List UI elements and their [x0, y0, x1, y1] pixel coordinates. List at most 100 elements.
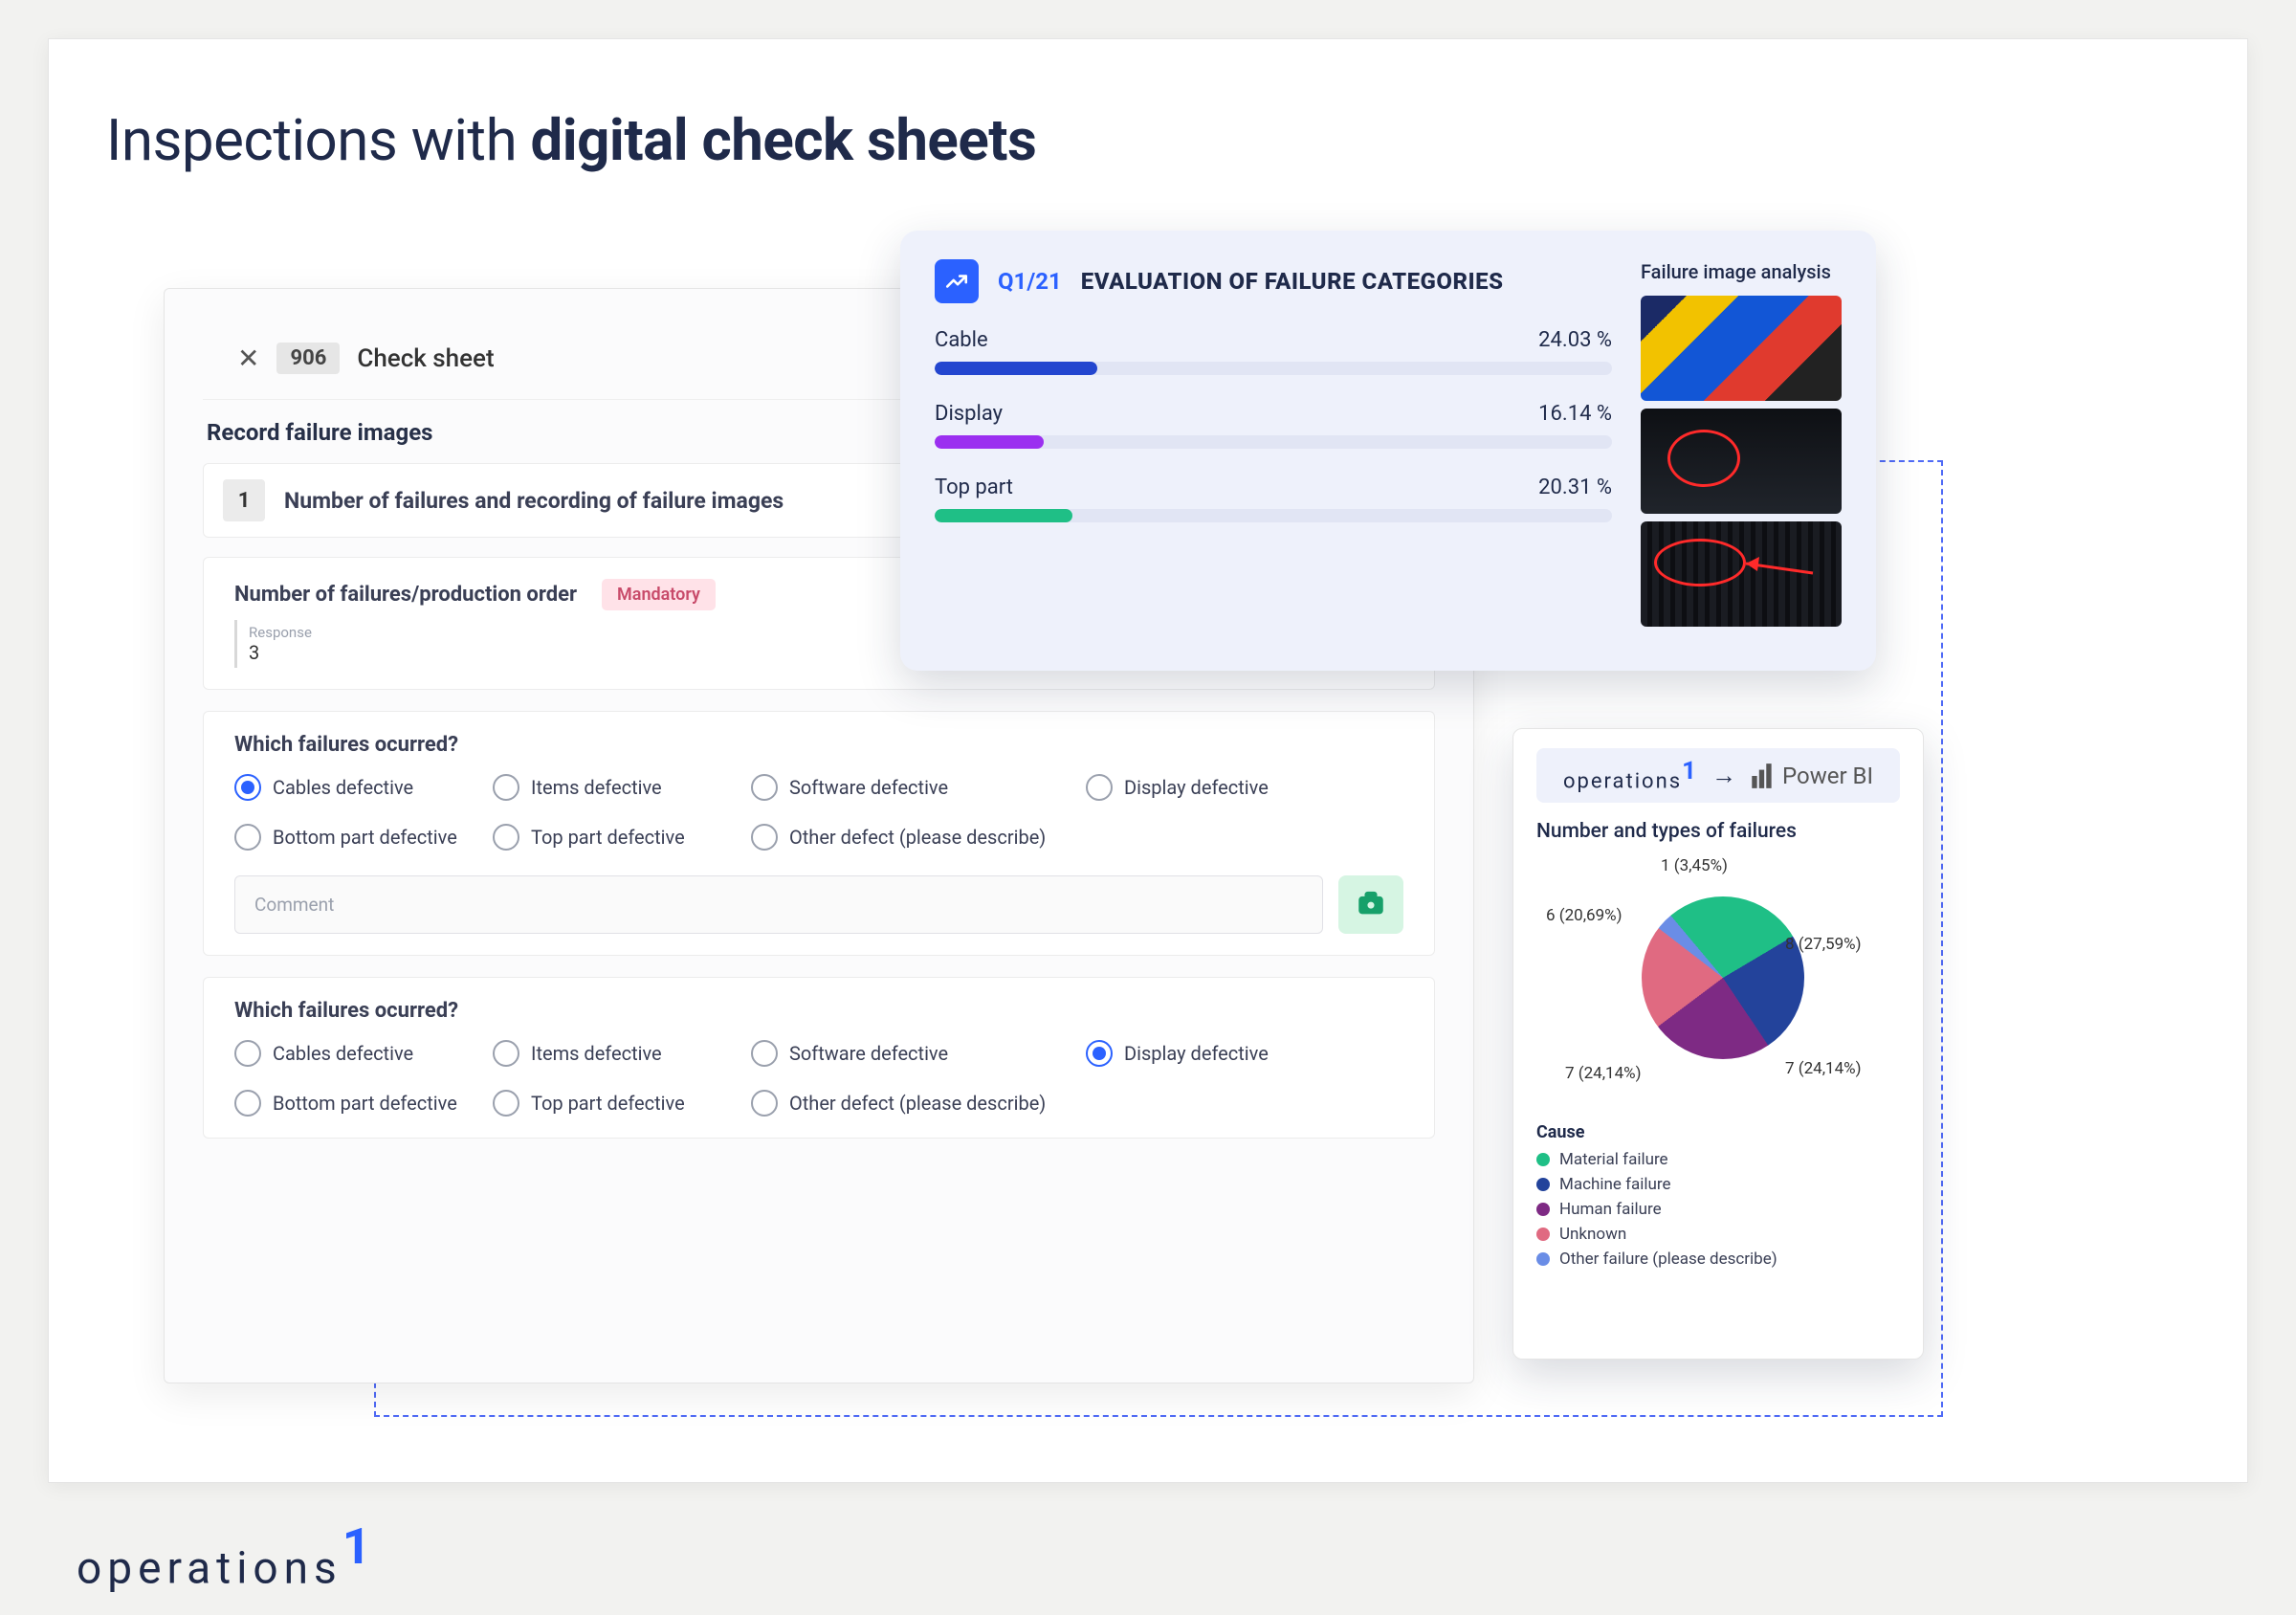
bar-track: [935, 435, 1612, 449]
legend-swatch: [1536, 1153, 1550, 1166]
radio-icon: [1086, 774, 1113, 801]
powerbi-logo: Power BI: [1750, 762, 1873, 790]
legend-swatch: [1536, 1178, 1550, 1191]
failure-type-card-2: Which failures ocurred? Cables defective…: [203, 977, 1435, 1139]
radio-option[interactable]: Top part defective: [493, 1090, 741, 1117]
failure-thumb-1[interactable]: [1641, 296, 1842, 401]
radio-icon: [234, 1090, 261, 1117]
headline-prefix: Inspections with: [106, 106, 531, 174]
radio-option[interactable]: Other defect (please describe): [751, 824, 1076, 851]
pie-chart: 8 (27,59%) 7 (24,14%) 7 (24,14%) 6 (20,69%)…: [1546, 849, 1890, 1117]
legend-label: Human failure: [1559, 1200, 1662, 1219]
pie-slice-label: 1 (3,45%): [1661, 856, 1728, 875]
bar-row: Display 16.14 %: [935, 402, 1612, 449]
failure-thumb-3[interactable]: [1641, 521, 1842, 627]
radio-label: Display defective: [1124, 1042, 1269, 1065]
radio-label: Software defective: [789, 1042, 948, 1065]
failure-type-card-1: Which failures ocurred? Cables defective…: [203, 711, 1435, 956]
radio-option[interactable]: Items defective: [493, 774, 741, 801]
legend-swatch: [1536, 1252, 1550, 1266]
legend-item: Material failure: [1536, 1150, 1900, 1169]
radio-label: Cables defective: [273, 776, 413, 799]
radio-icon: [493, 824, 519, 851]
radio-label: Items defective: [531, 1042, 662, 1065]
radio-option[interactable]: Display defective: [1086, 1040, 1335, 1067]
bar-label: Top part: [935, 476, 1013, 499]
eval-title: EVALUATION OF FAILURE CATEGORIES: [1081, 268, 1504, 295]
bar-row: Cable 24.03 %: [935, 328, 1612, 375]
field-label: Number of failures/production order: [234, 583, 577, 607]
bar-track: [935, 362, 1612, 375]
bar-fill: [935, 362, 1097, 375]
legend-item: Machine failure: [1536, 1175, 1900, 1194]
integration-header: operations1 → Power BI: [1536, 748, 1900, 803]
failure-image-title: Failure image analysis: [1641, 259, 1842, 284]
headline-bold: digital check sheets: [531, 106, 1037, 174]
radio-icon: [1086, 1040, 1113, 1067]
bar-track: [935, 509, 1612, 522]
radio-option[interactable]: Display defective: [1086, 774, 1335, 801]
camera-icon: [1355, 887, 1387, 923]
mandatory-badge: Mandatory: [602, 579, 716, 610]
legend-item: Human failure: [1536, 1200, 1900, 1219]
radio-label: Other defect (please describe): [789, 1092, 1046, 1115]
radio-label: Bottom part defective: [273, 826, 457, 849]
pie-slice-label: 6 (20,69%): [1546, 906, 1623, 925]
eval-quarter: Q1/21: [998, 268, 1062, 295]
radio-label: Other defect (please describe): [789, 826, 1046, 849]
page-title: Inspections with digital check sheets: [106, 106, 1036, 174]
camera-button[interactable]: [1338, 875, 1403, 934]
radio-icon: [234, 774, 261, 801]
radio-label: Top part defective: [531, 826, 685, 849]
chart-icon: [935, 259, 979, 303]
radio-icon: [751, 1090, 778, 1117]
legend-item: Other failure (please describe): [1536, 1250, 1900, 1269]
pie-slice-label: 7 (24,14%): [1565, 1064, 1642, 1083]
pie-slice-label: 8 (27,59%): [1785, 935, 1862, 954]
radio-label: Display defective: [1124, 776, 1269, 799]
radio-label: Bottom part defective: [273, 1092, 457, 1115]
failure-thumb-2[interactable]: [1641, 409, 1842, 514]
legend-swatch: [1536, 1228, 1550, 1241]
legend-label: Material failure: [1559, 1150, 1668, 1169]
radio-option[interactable]: Other defect (please describe): [751, 1090, 1076, 1117]
sheet-title: Check sheet: [357, 344, 494, 373]
radio-option[interactable]: Items defective: [493, 1040, 741, 1067]
bar-value: 24.03 %: [1538, 328, 1612, 352]
radio-option[interactable]: Bottom part defective: [234, 1090, 483, 1117]
arrow-right-icon: →: [1711, 761, 1736, 790]
radio-label: Top part defective: [531, 1092, 685, 1115]
legend-item: Unknown: [1536, 1225, 1900, 1244]
radio-icon: [751, 824, 778, 851]
sheet-id-badge: 906: [276, 343, 340, 374]
radio-option[interactable]: Cables defective: [234, 774, 483, 801]
radio-option[interactable]: Top part defective: [493, 824, 741, 851]
legend-swatch: [1536, 1203, 1550, 1216]
bar-label: Cable: [935, 328, 988, 352]
legend-label: Other failure (please describe): [1559, 1250, 1777, 1269]
radio-icon: [493, 1090, 519, 1117]
radio-icon: [493, 774, 519, 801]
radio-option[interactable]: Bottom part defective: [234, 824, 483, 851]
close-icon[interactable]: ✕: [237, 345, 259, 372]
radio-option[interactable]: Software defective: [751, 774, 1076, 801]
operations1-logo: operations1: [1563, 758, 1698, 793]
bar-row: Top part20.31 %: [935, 476, 1612, 522]
radio-icon: [234, 824, 261, 851]
pie-title: Number and types of failures: [1536, 820, 1900, 843]
radio-option[interactable]: Software defective: [751, 1040, 1076, 1067]
legend-title: Cause: [1536, 1122, 1900, 1142]
comment-input[interactable]: Comment: [234, 875, 1323, 934]
radio-option[interactable]: Cables defective: [234, 1040, 483, 1067]
bar-value: 16.14 %: [1538, 402, 1612, 426]
bar-fill: [935, 435, 1044, 449]
radio-icon: [493, 1040, 519, 1067]
pie-slice-label: 7 (24,14%): [1785, 1059, 1862, 1078]
radio-icon: [751, 1040, 778, 1067]
legend-label: Machine failure: [1559, 1175, 1671, 1194]
operations1-footer-logo: operations1: [77, 1521, 371, 1594]
step-label: Number of failures and recording of fail…: [284, 488, 784, 514]
question-title: Which failures ocurred?: [234, 733, 1403, 757]
bar-label: Display: [935, 402, 1003, 426]
evaluation-card: Q1/21 EVALUATION OF FAILURE CATEGORIES C…: [900, 231, 1876, 671]
